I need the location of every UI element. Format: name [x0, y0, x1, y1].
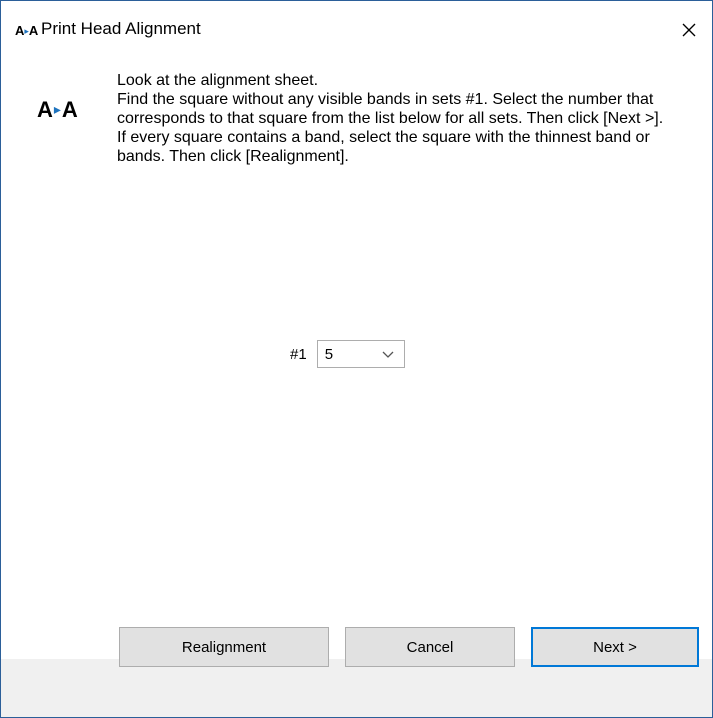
set-1-selected-value: 5 — [324, 345, 334, 363]
alignment-large-icon: A▸A — [37, 97, 78, 122]
instruction-line-1: Look at the alignment sheet. — [117, 72, 319, 89]
print-head-alignment-window: A▸A Print Head Alignment A▸A Look at the… — [0, 0, 713, 718]
close-button[interactable] — [666, 1, 712, 59]
close-icon — [682, 23, 696, 37]
set-1-row: #1 5 — [290, 339, 405, 369]
instructions-text: Look at the alignment sheet. Find the sq… — [117, 71, 697, 166]
alignment-icon: A▸A — [15, 23, 39, 38]
instruction-line-2: Find the square without any visible band… — [117, 91, 664, 127]
title-bar: A▸A Print Head Alignment — [1, 1, 712, 59]
next-button[interactable]: Next > — [531, 627, 699, 667]
window-title: Print Head Alignment — [41, 19, 201, 38]
button-bar — [1, 659, 712, 717]
set-1-dropdown[interactable]: 5 — [316, 340, 405, 368]
instruction-line-3: If every square contains a band, select … — [117, 129, 650, 165]
realignment-button[interactable]: Realignment — [119, 627, 329, 667]
set-1-label: #1 — [290, 345, 307, 363]
chevron-down-icon — [382, 351, 394, 358]
cancel-button[interactable]: Cancel — [345, 627, 515, 667]
